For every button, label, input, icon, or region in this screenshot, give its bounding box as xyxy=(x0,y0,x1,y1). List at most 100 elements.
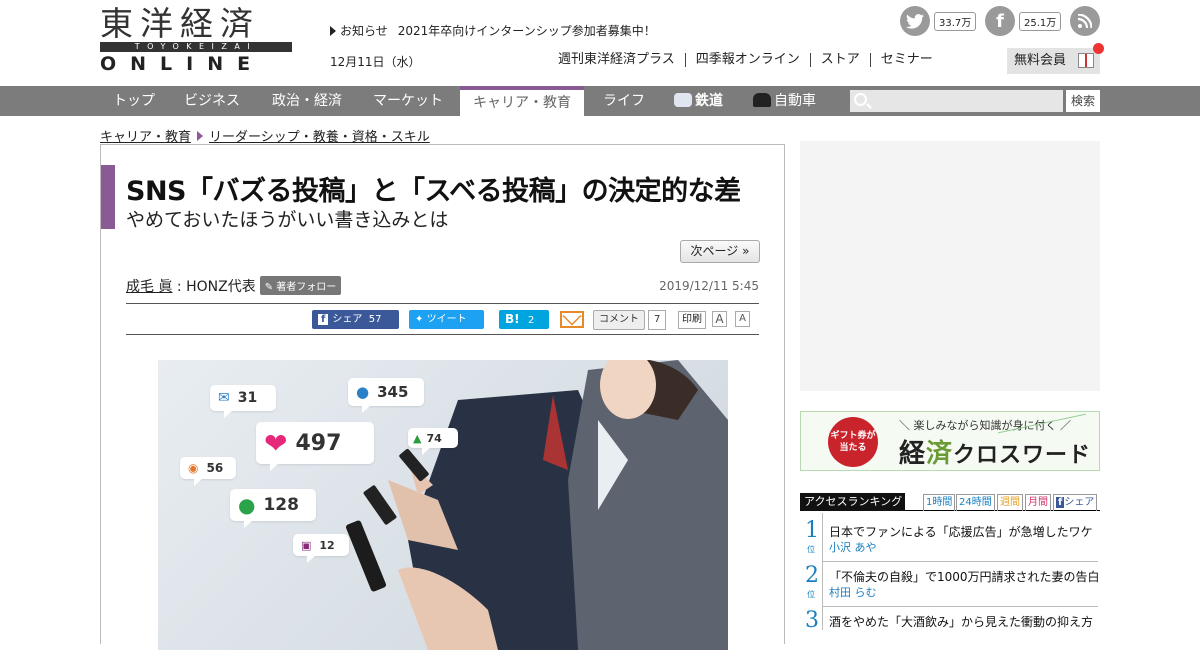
crossword-banner[interactable]: ギフト券が当たる ＼ 楽しみながら知識が身に付く ／ 経済クロスワード xyxy=(800,411,1100,471)
nav-item-life[interactable]: ライフ xyxy=(603,86,645,116)
chat-notification-bubble: ● 128 xyxy=(230,489,316,528)
service-link-shikiho[interactable]: 四季報オンライン xyxy=(686,53,811,67)
banner-title-c: クロスワード xyxy=(953,443,1092,468)
location-count: 56 xyxy=(206,461,224,475)
print-button[interactable]: 印刷 xyxy=(678,311,706,329)
font-size-small-button[interactable]: A xyxy=(735,311,750,327)
publish-date: 2019/12/11 5:45 xyxy=(659,279,759,293)
mail-notification-bubble: ✉ 31 xyxy=(210,385,276,418)
ranking-item[interactable]: 1 位 日本でファンによる「応援広告」が急増したワケ 小沢 あや xyxy=(800,519,1100,563)
search-button[interactable]: 検索 xyxy=(1066,90,1100,112)
nav-item-career-education[interactable]: キャリア・教育 xyxy=(460,86,584,116)
font-size-large-button[interactable]: A xyxy=(712,311,727,327)
service-link-store[interactable]: ストア xyxy=(811,53,871,67)
ranking-title-text[interactable]: 酒をやめた「大酒飲み」から見えた衝動の抑え方 xyxy=(829,613,1093,630)
article-title: SNS「バズる投稿」と「スベる投稿」の決定的な差 xyxy=(126,176,741,207)
hatena-bookmark-button[interactable]: B! 2 xyxy=(499,310,549,329)
author-line: 成毛 眞 : HONZ代表 ✎ 著者フォロー xyxy=(126,276,342,296)
ranking-tab-share[interactable]: f シェア xyxy=(1053,494,1098,511)
author-follow-button[interactable]: ✎ 著者フォロー xyxy=(259,276,342,295)
article-photo: ✉ 31 ● 345 ❤ 497 ▲ 74 ◉ 56 ● 128 ▣ 12 xyxy=(158,360,728,650)
twitter-count: 33.7万 xyxy=(934,11,977,31)
pin-icon: ◉ xyxy=(188,461,199,475)
ranking-title: アクセスランキング xyxy=(800,493,905,511)
comment-button[interactable]: コメント 7 xyxy=(593,310,667,330)
banner-title-a: 経 xyxy=(899,439,927,469)
ranking-item[interactable]: 2 位 「不倫夫の自殺」で1000万円請求された妻の告白 村田 らむ xyxy=(800,564,1100,608)
member-label: 無料会員 xyxy=(1014,53,1067,68)
breadcrumb-career[interactable]: キャリア・教育 xyxy=(100,130,191,145)
facebook-count: 25.1万 xyxy=(1019,11,1062,31)
author-role: HONZ代表 xyxy=(186,279,256,295)
nav-item-railway[interactable]: 鉄道 xyxy=(674,86,723,116)
ranking-header: アクセスランキング 1時間 24時間 週間 月間 f シェア xyxy=(800,493,1100,511)
nav-item-top[interactable]: トップ xyxy=(113,86,155,116)
ranking-tab-1hour[interactable]: 1時間 xyxy=(923,494,956,511)
comment-count: 7 xyxy=(648,310,667,330)
ranking-item[interactable]: 3 酒をやめた「大酒飲み」から見えた衝動の抑え方 xyxy=(800,609,1100,653)
fb-share-count: 57 xyxy=(368,314,382,325)
twitter-follow[interactable]: 33.7万 xyxy=(900,6,977,36)
ranking-position-label: 位 xyxy=(807,590,815,599)
author-name[interactable]: 成毛 眞 xyxy=(126,279,172,295)
ranking-author[interactable]: 村田 らむ xyxy=(829,584,877,600)
advertisement-slot xyxy=(800,141,1100,391)
follow-label: 著者フォロー xyxy=(276,282,337,293)
ranking-title-text[interactable]: 「不倫夫の自殺」で1000万円請求された妻の告白 xyxy=(829,568,1100,585)
site-header: 東洋経済 TOYOKEIZAI ONLINE お知らせ 2021年卒向けインターン… xyxy=(0,0,1200,86)
article-box: SNS「バズる投稿」と「スベる投稿」の決定的な差 やめておいたほうがいい書き込み… xyxy=(100,144,785,650)
facebook-share-button[interactable]: f シェア 57 xyxy=(312,310,399,329)
free-member-button[interactable]: 無料会員 xyxy=(1007,43,1104,74)
tweet-icon: ✦ xyxy=(415,314,424,325)
hatena-count: 2 xyxy=(527,315,535,326)
service-nav: 週刊東洋経済プラス 四季報オンライン ストア セミナー xyxy=(558,53,943,67)
banner-tagline: ＼ 楽しみながら知識が身に付く ／ xyxy=(899,419,1071,432)
ranking-number: 2 xyxy=(805,563,819,588)
like-count: 497 xyxy=(295,430,342,456)
share-bar: f シェア 57 ✦ ツイート B! 2 コメント 7 印刷 A A xyxy=(126,303,759,335)
nav-item-automobile[interactable]: 自動車 xyxy=(753,86,816,116)
user-icon: ● xyxy=(356,383,370,401)
nav-railway-label: 鉄道 xyxy=(695,93,723,109)
tweet-label: ツイート xyxy=(426,314,467,325)
logo-kanji: 東洋経済 xyxy=(100,4,260,43)
notification-dot xyxy=(1093,43,1104,54)
nav-item-market[interactable]: マーケット xyxy=(373,86,443,116)
nav-item-politics-economy[interactable]: 政治・経済 xyxy=(272,86,342,116)
ranking-author[interactable]: 小沢 あや xyxy=(829,539,877,555)
article-subtitle: やめておいたほうがいい書き込みとは xyxy=(126,209,449,231)
search-input[interactable] xyxy=(850,90,1063,112)
service-link-seminar[interactable]: セミナー xyxy=(871,53,943,67)
train-icon xyxy=(674,93,692,107)
ranking-tab-24hours[interactable]: 24時間 xyxy=(956,494,995,511)
facebook-icon[interactable]: f xyxy=(985,6,1015,36)
next-page-button[interactable]: 次ページ » xyxy=(680,240,760,263)
banner-title: 経済クロスワード xyxy=(869,433,1091,470)
ranking-tab-monthly[interactable]: 月間 xyxy=(1025,494,1051,511)
facebook-follow[interactable]: f 25.1万 xyxy=(985,6,1062,36)
news-text[interactable]: 2021年卒向けインターンシップ参加者募集中！ xyxy=(398,24,656,38)
twitter-icon[interactable] xyxy=(900,6,930,36)
car-icon xyxy=(753,93,771,107)
nav-item-business[interactable]: ビジネス xyxy=(184,86,240,116)
mail-share-icon[interactable] xyxy=(560,311,584,328)
breadcrumb-leadership[interactable]: リーダーシップ・教養・資格・スキル xyxy=(209,130,430,145)
location-notification-bubble: ◉ 56 xyxy=(180,457,236,486)
heart-icon: ❤ xyxy=(264,426,288,460)
service-link-plus[interactable]: 週刊東洋経済プラス xyxy=(558,53,686,67)
title-accent-bar xyxy=(101,165,115,229)
breadcrumb: キャリア・教育 リーダーシップ・教養・資格・スキル xyxy=(100,126,430,145)
ranking-title-text[interactable]: 日本でファンによる「応援広告」が急増したワケ xyxy=(829,523,1093,540)
comment-label: コメント xyxy=(593,310,645,330)
rss-icon[interactable] xyxy=(1070,6,1100,36)
ranking-tab-weekly[interactable]: 週間 xyxy=(997,494,1023,511)
rss-link[interactable] xyxy=(1070,6,1100,36)
logo-online: ONLINE xyxy=(100,53,265,75)
twitter-tweet-button[interactable]: ✦ ツイート xyxy=(409,310,484,329)
hatena-label: B! xyxy=(505,312,520,326)
ranking-position-label: 位 xyxy=(807,545,815,554)
site-logo[interactable]: 東洋経済 TOYOKEIZAI ONLINE xyxy=(100,4,292,74)
camera-count: 12 xyxy=(319,538,335,552)
news-ticker[interactable]: お知らせ 2021年卒向けインターンシップ参加者募集中！ xyxy=(330,22,656,39)
mail-count: 31 xyxy=(237,390,258,406)
